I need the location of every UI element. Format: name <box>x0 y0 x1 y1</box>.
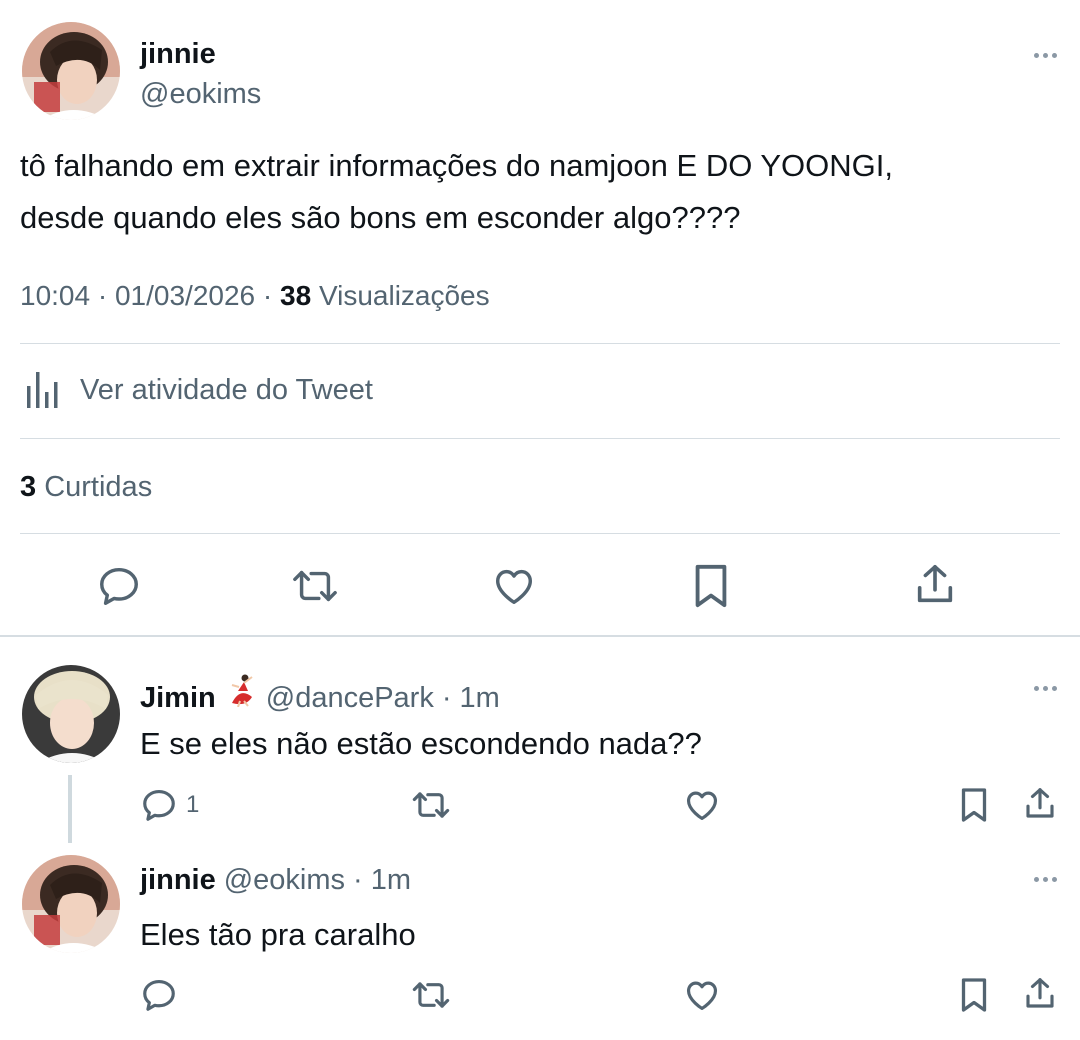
like-icon[interactable] <box>490 563 538 609</box>
views-label: Visualizações <box>318 280 490 311</box>
reply-author-handle[interactable]: @eokims <box>224 864 345 897</box>
tweet-activity-link[interactable]: Ver atividade do Tweet <box>20 368 373 412</box>
section-divider <box>0 635 1080 637</box>
tweet-activity-label: Ver atividade do Tweet <box>80 373 373 406</box>
main-author-avatar[interactable] <box>22 22 120 120</box>
analytics-icon <box>20 368 64 412</box>
reply-reply-button[interactable] <box>140 976 186 1014</box>
main-author-handle[interactable]: @eokims <box>140 78 261 111</box>
reply-author-handle[interactable]: @dancePark <box>266 682 434 715</box>
reply-count: 1 <box>186 791 200 818</box>
bookmark-icon[interactable] <box>688 561 734 611</box>
thread-line <box>68 775 72 843</box>
likes-count: 3 <box>20 471 37 503</box>
main-tweet-text-line1: tô falhando em extrair informações do na… <box>20 148 893 183</box>
reply-time[interactable]: · 1m <box>353 864 411 897</box>
main-tweet-text-line2: desde quando eles são bons em esconder a… <box>20 200 741 235</box>
tweet-time[interactable]: 10:04 <box>20 280 90 311</box>
reply-text: E se eles não estão escondendo nada?? <box>140 726 702 761</box>
share-icon[interactable] <box>912 561 958 609</box>
meta-separator: · <box>97 280 115 311</box>
reply-author-name[interactable]: jinnie <box>140 864 216 897</box>
retweet-icon[interactable] <box>289 563 341 609</box>
main-author-name[interactable]: jinnie <box>140 38 216 71</box>
reply-icon[interactable] <box>96 563 142 609</box>
divider <box>20 343 1060 344</box>
reply-reply-button[interactable]: 1 <box>140 786 199 824</box>
likes-summary[interactable]: 3 Curtidas <box>20 471 152 504</box>
reply-header: Jimin @dancePark · 1m <box>140 673 500 715</box>
dancer-emoji-icon <box>224 673 258 708</box>
meta-separator: · <box>262 280 280 311</box>
main-tweet-text: tô falhando em extrair informações do na… <box>20 140 1060 244</box>
views-count: 38 <box>280 280 312 311</box>
like-icon[interactable] <box>683 786 721 824</box>
tweet-date[interactable]: 01/03/2026 <box>115 280 255 311</box>
divider <box>20 533 1060 534</box>
divider <box>20 438 1060 439</box>
retweet-icon[interactable] <box>410 786 452 824</box>
share-icon[interactable] <box>1022 975 1058 1013</box>
reply-header: jinnie @eokims · 1m <box>140 864 411 897</box>
reply-more-options-icon[interactable] <box>1034 686 1057 691</box>
main-tweet-meta: 10:04 · 01/03/2026 · 38 Visualizações <box>20 280 490 312</box>
main-more-options-icon[interactable] <box>1034 53 1057 58</box>
reply-author-avatar[interactable] <box>22 665 120 763</box>
bookmark-icon[interactable] <box>956 975 992 1015</box>
reply-more-options-icon[interactable] <box>1034 877 1057 882</box>
bookmark-icon[interactable] <box>956 785 992 825</box>
like-icon[interactable] <box>683 976 721 1014</box>
retweet-icon[interactable] <box>410 976 452 1014</box>
reply-text: Eles tão pra caralho <box>140 917 416 952</box>
likes-label: Curtidas <box>44 471 153 503</box>
reply-author-name[interactable]: Jimin <box>140 682 216 715</box>
reply-author-avatar[interactable] <box>22 855 120 953</box>
reply-icon <box>140 786 178 824</box>
share-icon[interactable] <box>1022 785 1058 823</box>
reply-time[interactable]: · 1m <box>442 682 500 715</box>
reply-icon <box>140 976 178 1014</box>
